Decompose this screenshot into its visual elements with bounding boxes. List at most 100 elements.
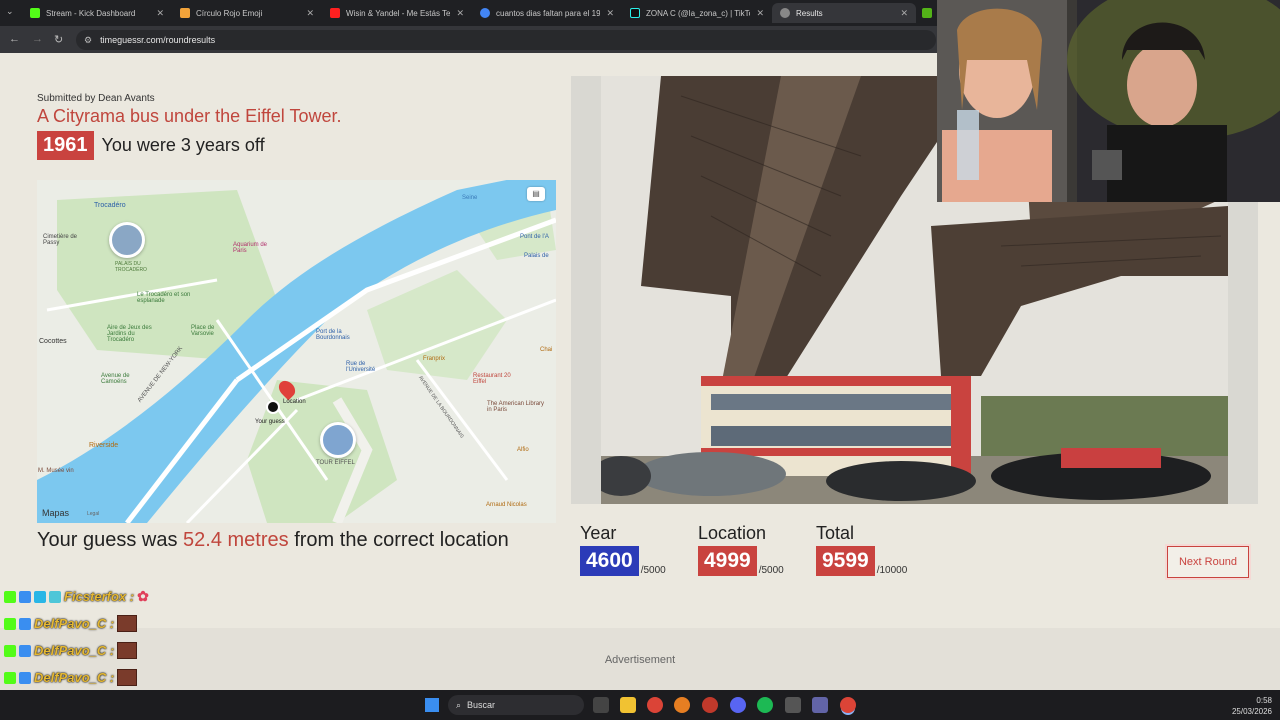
kick-badge-icon	[4, 671, 16, 684]
total-score-max: /10000	[876, 565, 908, 576]
close-icon[interactable]: ✕	[456, 8, 464, 19]
task-view-icon[interactable]	[593, 697, 609, 713]
tab-title: ZONA C (@la_zona_c) | TikTok	[646, 8, 751, 18]
next-round-button[interactable]: Next Round	[1167, 546, 1249, 578]
map-label: Franprix	[423, 356, 446, 362]
map-type-icon[interactable]: ▤	[527, 187, 545, 201]
search-icon: ⌕	[456, 699, 462, 710]
map-label: Rue de l'Université	[346, 361, 376, 373]
chrome-active-icon[interactable]	[840, 697, 856, 713]
location-score-number: 4999	[698, 546, 757, 576]
emote-icon	[117, 642, 138, 659]
close-icon[interactable]: ✕	[156, 8, 164, 19]
close-icon[interactable]: ✕	[756, 8, 764, 19]
file-explorer-icon[interactable]	[620, 697, 636, 713]
guess-distance-text: Your guess was 52.4 metres from the corr…	[37, 529, 509, 552]
tab-circulo-rojo[interactable]: Círculo Rojo Emoji ✕	[172, 3, 322, 23]
url-text: timeguessr.com/roundresults	[100, 35, 216, 45]
app-icon[interactable]	[785, 697, 801, 713]
chat-username[interactable]: DelfPavo_C :	[34, 670, 114, 685]
site-icon	[922, 8, 932, 18]
total-score-label: Total	[816, 523, 855, 543]
result-map[interactable]: Trocadéro Cimetière de Passy Aquarium de…	[37, 180, 556, 523]
map-label: Riverside	[89, 442, 119, 449]
year-score-max: /5000	[640, 565, 666, 576]
kick-icon	[30, 8, 40, 18]
tab-results[interactable]: Results ✕	[772, 3, 916, 23]
site-info-icon[interactable]: ⚙	[84, 35, 92, 46]
map-label: Arnaud Nicolas	[486, 502, 527, 508]
tab-tiktok[interactable]: ZONA C (@la_zona_c) | TikTok ✕	[622, 3, 772, 23]
total-score-number: 9599	[816, 546, 875, 576]
year-result: 1961 You were 3 years off	[37, 131, 265, 160]
map-label: Port de la Bourdonnais	[316, 329, 350, 341]
guess-distance-value: 52.4 metres	[183, 529, 289, 551]
obs-icon[interactable]	[702, 697, 718, 713]
total-score-value: 9599 /10000	[816, 546, 907, 576]
webcam-overlay	[937, 0, 1280, 202]
chat-username[interactable]: Ficsterfox :	[64, 589, 134, 604]
tab-search-icon[interactable]: ⌄	[6, 6, 14, 17]
year-score-value: 4600 /5000	[580, 546, 666, 576]
browser-app-icon[interactable]	[674, 697, 690, 713]
guess-marker-icon[interactable]	[266, 400, 280, 414]
reload-icon[interactable]: ↻	[54, 33, 63, 46]
map-label: Alfio	[517, 447, 529, 453]
map-label: Aire de Jeux des Jardins du Trocadéro	[107, 325, 152, 343]
teams-icon[interactable]	[812, 697, 828, 713]
kick-badge-icon	[4, 590, 16, 603]
emoji-site-icon	[180, 8, 190, 18]
url-input[interactable]: ⚙ timeguessr.com/roundresults	[76, 30, 936, 50]
tab-youtube[interactable]: Wisin & Yandel - Me Estás Tent ✕	[322, 3, 472, 23]
close-icon[interactable]: ✕	[900, 8, 908, 19]
clock-date: 25/03/2026	[1231, 707, 1272, 716]
advertisement-area: Advertisement	[0, 628, 1280, 690]
map-label: Trocadéro	[94, 202, 126, 209]
location-score: Location 4999 /5000	[698, 523, 784, 576]
chat-username[interactable]: DelfPavo_C :	[34, 643, 114, 658]
chat-username[interactable]: DelfPavo_C :	[34, 616, 114, 631]
emote-icon	[117, 615, 138, 632]
chrome-icon[interactable]	[647, 697, 663, 713]
chat-message: DelfPavo_C :	[4, 669, 138, 686]
map-label: Le Trocadéro et son esplanade	[137, 292, 191, 304]
trocadero-landmark-icon[interactable]	[109, 222, 145, 258]
photo-caption: A Cityrama bus under the Eiffel Tower.	[37, 106, 342, 126]
windows-start-icon[interactable]	[425, 698, 439, 712]
taskbar-clock[interactable]: 0:58 25/03/2026	[1232, 695, 1272, 717]
subscriber-badge-icon	[19, 617, 31, 630]
google-icon	[480, 8, 490, 18]
windows-taskbar: ⌕ Buscar 0:58 25/03/2026	[0, 690, 1280, 720]
eiffel-tower-landmark-icon[interactable]	[320, 422, 356, 458]
tab-pinned[interactable]	[918, 3, 936, 23]
tab-title: cuantos dias faltan para el 19 d	[496, 8, 601, 18]
taskbar-search[interactable]: ⌕ Buscar	[448, 695, 584, 715]
map-label: Cimetière de Passy	[43, 234, 78, 246]
location-label: Location	[283, 399, 306, 405]
guess-prefix: Your guess was	[37, 529, 178, 551]
spotify-icon[interactable]	[757, 697, 773, 713]
tab-google[interactable]: cuantos dias faltan para el 19 d ✕	[472, 3, 622, 23]
close-icon[interactable]: ✕	[606, 8, 614, 19]
map-label: Restaurant 20 Eiffel	[473, 373, 511, 385]
year-score-label: Year	[580, 523, 617, 543]
forward-icon[interactable]: →	[32, 33, 43, 45]
verified-badge-icon	[34, 590, 46, 603]
clock-time: 0:58	[1256, 696, 1272, 705]
subscriber-badge-icon	[19, 590, 31, 603]
close-icon[interactable]: ✕	[306, 8, 314, 19]
discord-icon[interactable]	[730, 697, 746, 713]
youtube-icon	[330, 8, 340, 18]
submitted-by: Submitted by Dean Avants	[37, 93, 155, 104]
map-label: TOUR EIFFEL	[316, 460, 355, 466]
map-label: Aquarium de Paris	[233, 242, 268, 254]
location-score-label: Location	[698, 523, 767, 543]
year-score: Year 4600 /5000	[580, 523, 666, 576]
tab-kick-dashboard[interactable]: Stream - Kick Dashboard ✕	[22, 3, 172, 23]
map-legal-link[interactable]: Legal	[87, 511, 99, 517]
kick-badge-icon	[4, 617, 16, 630]
taskbar-search-placeholder: Buscar	[467, 700, 496, 710]
map-label: Chai	[540, 347, 553, 353]
tab-title: Results	[796, 8, 823, 18]
back-icon[interactable]: ←	[9, 33, 20, 45]
